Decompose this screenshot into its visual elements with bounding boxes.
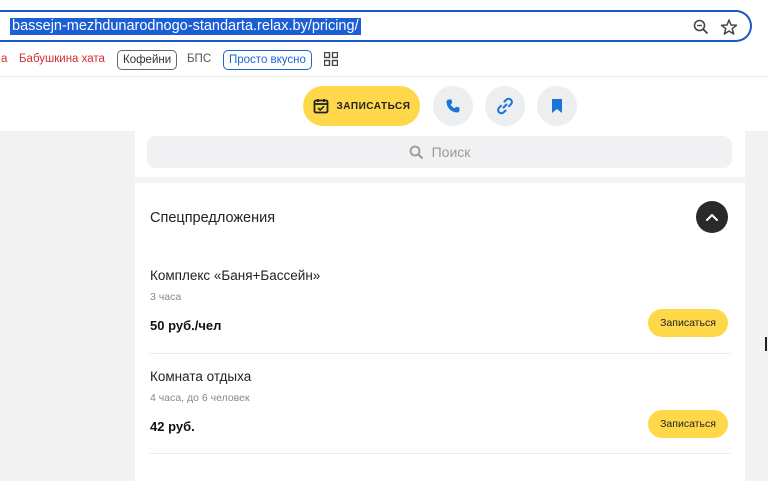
star-icon[interactable] (720, 18, 738, 36)
section-title: Спецпредложения (150, 210, 276, 226)
offer-name[interactable]: Комната отдыха (150, 369, 251, 384)
calendar-icon (313, 99, 328, 114)
book-button-label: ЗАПИСАТЬСЯ (336, 100, 411, 112)
offer-duration: 3 часа (150, 291, 182, 303)
bookmark-bps[interactable]: БПС (182, 50, 216, 70)
divider (135, 177, 745, 183)
browser-chrome: bassejn-mezhdunarodnogo-standarta.relax.… (0, 0, 768, 76)
pricing-panel: Поиск Спецпредложения Комплекс «Баня+Бас… (135, 131, 745, 481)
bookmark-kofeini[interactable]: Кофейни (117, 50, 178, 70)
offer-book-button[interactable]: Записаться (648, 309, 728, 337)
bookmark-babushkina-hata[interactable]: Бабушкина хата (14, 50, 110, 70)
search-placeholder: Поиск (431, 144, 471, 160)
search-input[interactable]: Поиск (147, 136, 732, 168)
bookmarks-bar: а Бабушкина хата Кофейни БПС Просто вкус… (0, 48, 768, 72)
offer-name[interactable]: Комплекс «Баня+Бассейн» (150, 268, 320, 283)
phone-icon (446, 99, 460, 113)
offer-price: 50 руб./чел (150, 318, 222, 333)
bookmark-prosto-vkusno[interactable]: Просто вкусно (223, 50, 312, 70)
share-link-button[interactable] (485, 86, 525, 126)
divider (150, 353, 730, 354)
offer-price: 42 руб. (150, 419, 195, 434)
bookmark-button[interactable] (537, 86, 577, 126)
book-button[interactable]: ЗАПИСАТЬСЯ (303, 86, 420, 126)
url-text[interactable]: bassejn-mezhdunarodnogo-standarta.relax.… (10, 18, 361, 35)
apps-grid-icon[interactable] (324, 52, 338, 66)
link-icon (497, 97, 513, 115)
collapse-button[interactable] (696, 201, 728, 233)
bookmark-icon (552, 99, 562, 113)
phone-button[interactable] (433, 86, 473, 126)
zoom-icon[interactable] (692, 18, 710, 36)
mouse-cursor (765, 337, 767, 351)
chevron-up-icon (706, 214, 718, 221)
offer-duration: 4 часа, до 6 человек (150, 392, 250, 404)
search-icon (409, 145, 423, 159)
bookmark-item[interactable]: а (0, 50, 12, 70)
offer-book-button[interactable]: Записаться (648, 410, 728, 438)
address-bar[interactable]: bassejn-mezhdunarodnogo-standarta.relax.… (0, 10, 752, 42)
site-header: ЗАПИСАТЬСЯ (0, 76, 768, 131)
divider (150, 453, 730, 454)
